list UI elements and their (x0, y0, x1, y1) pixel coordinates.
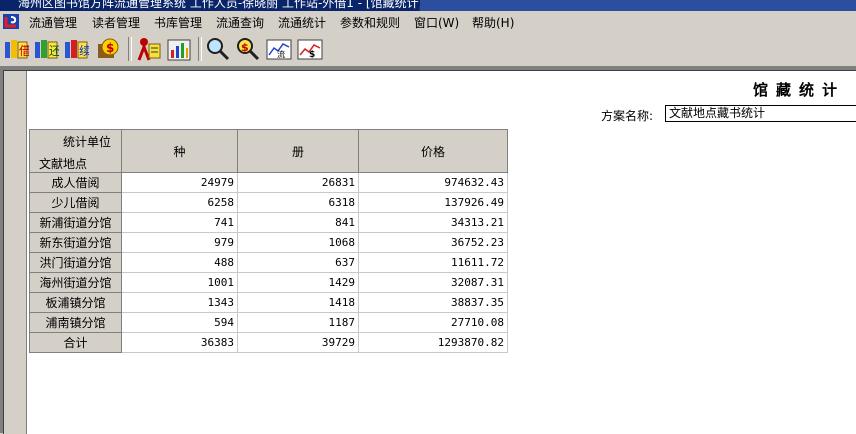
svg-text:续: 续 (79, 44, 89, 58)
cell-kinds[interactable]: 488 (121, 252, 238, 273)
stats-table: 统计单位 文献地点 种 册 价格 成人借阅 24979 26831 974632… (29, 129, 508, 353)
cell-copies[interactable]: 1068 (237, 232, 359, 253)
scheme-name-field[interactable]: 文献地点藏书统计 (665, 105, 856, 122)
corner-bottom-label: 文献地点 (39, 157, 88, 171)
row-header: 成人借阅 (29, 172, 122, 193)
svg-text:流: 流 (277, 49, 285, 59)
app-logo-icon[interactable] (3, 14, 19, 29)
amount-chart-icon[interactable]: $ (297, 36, 323, 62)
stats-icon[interactable] (166, 36, 192, 62)
cell-copies[interactable]: 841 (237, 212, 359, 233)
toolbar-separator (198, 37, 202, 61)
cell-kinds[interactable]: 979 (121, 232, 238, 253)
cell-copies[interactable]: 1418 (237, 292, 359, 313)
cell-price[interactable]: 32087.31 (358, 272, 508, 293)
title-bar-right (420, 0, 856, 11)
table-row[interactable]: 板浦镇分馆 1343 1418 38837.35 (29, 292, 508, 313)
cell-kinds[interactable]: 24979 (121, 172, 238, 193)
row-header: 新东街道分馆 (29, 232, 122, 253)
window-title: 海州区图书馆方阵流通管理系统 工作人员-徐晓丽 工作站-外借1 - [馆藏统计] (18, 0, 424, 10)
svg-text:$: $ (106, 41, 114, 55)
table-row[interactable]: 新东街道分馆 979 1068 36752.23 (29, 232, 508, 253)
menu-window[interactable]: 窗口(W) (414, 14, 459, 31)
table-row[interactable]: 成人借阅 24979 26831 974632.43 (29, 172, 508, 193)
table-row[interactable]: 浦南镇分馆 594 1187 27710.08 (29, 312, 508, 333)
cell-copies[interactable]: 1429 (237, 272, 359, 293)
table-row[interactable]: 海州街道分馆 1001 1429 32087.31 (29, 272, 508, 293)
cell-kinds[interactable]: 594 (121, 312, 238, 333)
circulation-chart-icon[interactable]: 流 (266, 36, 292, 62)
table-row[interactable]: 新浦街道分馆 741 841 34313.21 (29, 212, 508, 233)
cell-price[interactable]: 27710.08 (358, 312, 508, 333)
row-header: 板浦镇分馆 (29, 292, 122, 313)
cell-copies[interactable]: 26831 (237, 172, 359, 193)
menu-params[interactable]: 参数和规则 (340, 14, 400, 31)
cell-kinds[interactable]: 1343 (121, 292, 238, 313)
svg-text:$: $ (309, 50, 315, 60)
column-header-kinds[interactable]: 种 (121, 129, 238, 173)
cell-copies[interactable]: 637 (237, 252, 359, 273)
column-header-copies[interactable]: 册 (237, 129, 359, 173)
search-icon[interactable] (205, 36, 231, 62)
svg-text:$: $ (241, 41, 249, 54)
borrow-icon[interactable]: 借 (3, 36, 29, 62)
row-header: 少儿借阅 (29, 192, 122, 213)
cell-price[interactable]: 38837.35 (358, 292, 508, 313)
window-left-frame (4, 71, 27, 434)
svg-text:借: 借 (19, 44, 29, 58)
money-search-icon[interactable]: $ (235, 36, 261, 62)
menu-readers[interactable]: 读者管理 (92, 14, 140, 31)
fine-icon[interactable]: $ (95, 36, 121, 62)
return-icon[interactable]: 还 (33, 36, 59, 62)
cell-price[interactable]: 137926.49 (358, 192, 508, 213)
title-bar: 海州区图书馆方阵流通管理系统 工作人员-徐晓丽 工作站-外借1 - [馆藏统计] (0, 0, 856, 11)
menu-circulation[interactable]: 流通管理 (29, 14, 77, 31)
cell-kinds[interactable]: 36383 (121, 332, 238, 353)
menu-query[interactable]: 流通查询 (216, 14, 264, 31)
row-header: 浦南镇分馆 (29, 312, 122, 333)
svg-text:还: 还 (49, 44, 59, 58)
cell-kinds[interactable]: 1001 (121, 272, 238, 293)
cell-price[interactable]: 11611.72 (358, 252, 508, 273)
cell-price[interactable]: 1293870.82 (358, 332, 508, 353)
menu-help[interactable]: 帮助(H) (472, 14, 514, 31)
column-header-price[interactable]: 价格 (358, 129, 508, 173)
row-header: 新浦街道分馆 (29, 212, 122, 233)
cell-price[interactable]: 36752.23 (358, 232, 508, 253)
cell-price[interactable]: 34313.21 (358, 212, 508, 233)
cell-copies[interactable]: 1187 (237, 312, 359, 333)
row-header: 海州街道分馆 (29, 272, 122, 293)
table-header-row: 统计单位 文献地点 种 册 价格 (29, 129, 508, 173)
reader-icon[interactable] (136, 36, 162, 62)
cell-copies[interactable]: 6318 (237, 192, 359, 213)
row-header: 洪门街道分馆 (29, 252, 122, 273)
corner-top-label: 统计单位 (62, 135, 111, 149)
cell-kinds[interactable]: 6258 (121, 192, 238, 213)
report-heading: 馆藏统计 (752, 81, 845, 99)
table-corner-header: 统计单位 文献地点 (29, 129, 122, 173)
collection-stats-window: 馆藏统计 方案名称: 文献地点藏书统计 统计单位 文献地点 种 册 价格 成人借… (3, 70, 856, 434)
row-header: 合计 (29, 332, 122, 353)
scheme-label: 方案名称: (601, 109, 654, 123)
toolbar-separator (128, 37, 132, 61)
cell-kinds[interactable]: 741 (121, 212, 238, 233)
menu-statistics[interactable]: 流通统计 (278, 14, 326, 31)
toolbar: 借 还 续 $ $ 流 $ (0, 32, 856, 67)
table-row-total[interactable]: 合计 36383 39729 1293870.82 (29, 332, 508, 353)
renew-icon[interactable]: 续 (63, 36, 89, 62)
menu-bar: 流通管理 读者管理 书库管理 流通查询 流通统计 参数和规则 窗口(W) 帮助(… (0, 11, 856, 32)
menu-stacks[interactable]: 书库管理 (154, 14, 202, 31)
table-row[interactable]: 少儿借阅 6258 6318 137926.49 (29, 192, 508, 213)
cell-price[interactable]: 974632.43 (358, 172, 508, 193)
cell-copies[interactable]: 39729 (237, 332, 359, 353)
table-row[interactable]: 洪门街道分馆 488 637 11611.72 (29, 252, 508, 273)
